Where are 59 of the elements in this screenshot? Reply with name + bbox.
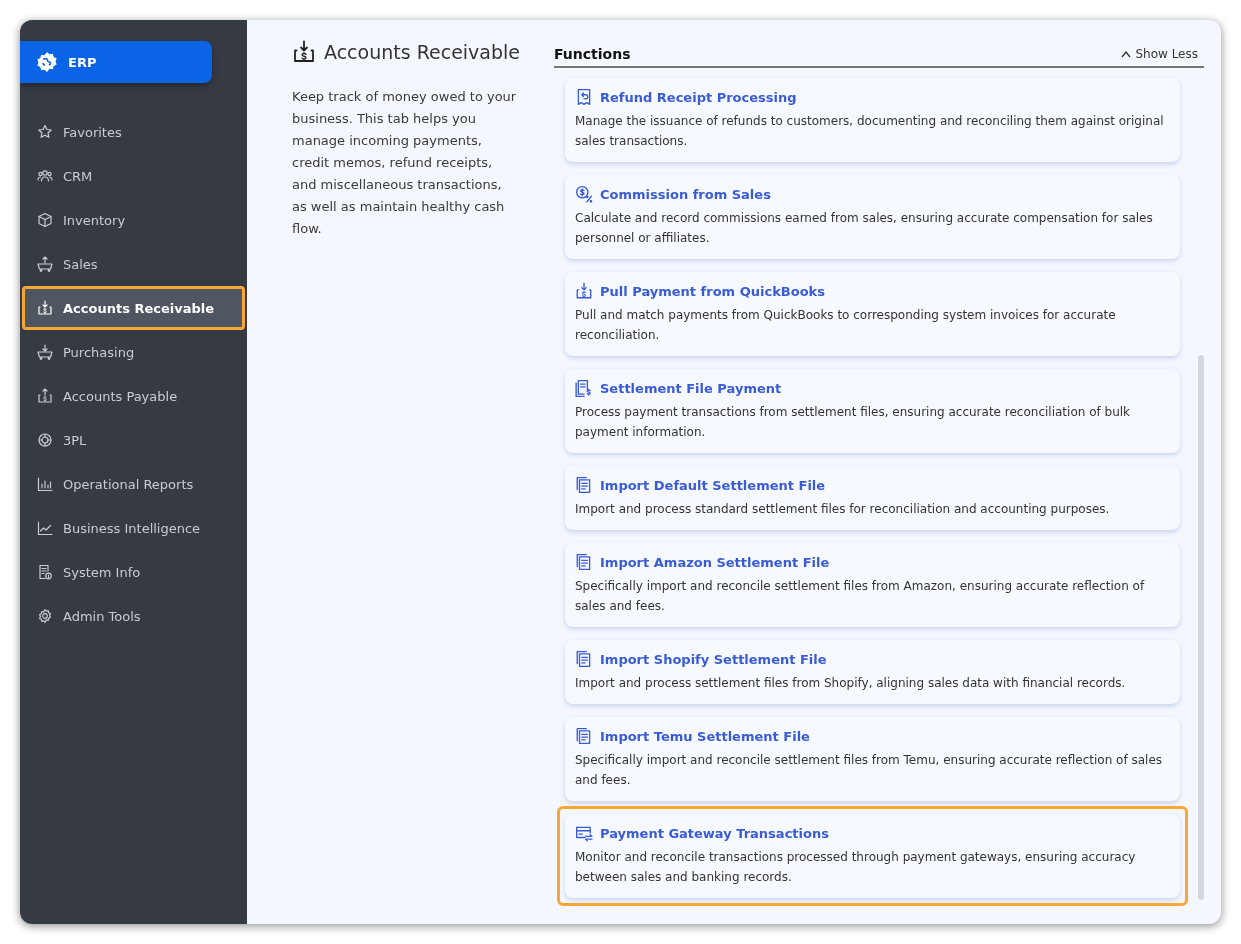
sidebar-item[interactable]: Accounts Payable	[22, 374, 245, 418]
sidebar-item[interactable]: Inventory	[22, 198, 245, 242]
card-title[interactable]: Payment Gateway Transactions	[600, 825, 829, 841]
money-tray-icon	[37, 300, 53, 316]
people-icon	[37, 168, 53, 184]
card-title[interactable]: Import Shopify Settlement File	[600, 651, 827, 667]
sidebar-item[interactable]: Favorites	[22, 110, 245, 154]
cart-upload-icon	[37, 256, 53, 272]
card-title[interactable]: Refund Receipt Processing	[600, 89, 797, 105]
card-title[interactable]: Import Default Settlement File	[600, 477, 826, 493]
show-less-button[interactable]: Show Less	[1121, 47, 1204, 61]
sidebar-item[interactable]: Operational Reports	[22, 462, 245, 506]
sidebar-item[interactable]: Business Intelligence	[22, 506, 245, 550]
cart-download-icon	[37, 344, 53, 360]
function-card[interactable]: Payment Gateway Transactions Monitor and reconcile transactions processed through payment gateways, ensuring accuracy between sales and banking records.	[557, 806, 1188, 906]
card-description: Process payment transactions from settlement files, ensuring accurate reconciliation of bulk payment information.	[575, 404, 1132, 441]
box-icon	[37, 212, 53, 228]
card-description: Specifically import and reconcile settlement files from Amazon, ensuring accurate reflection of sales and fees.	[575, 578, 1146, 615]
section-title: Accounts Receivable	[324, 41, 521, 63]
documents-icon	[575, 476, 593, 494]
documents-icon	[575, 650, 593, 668]
card-title[interactable]: Settlement File Payment	[600, 380, 782, 396]
card-title[interactable]: Pull Payment from QuickBooks	[600, 283, 825, 299]
card-description: Import and process settlement files from Shopify, aligning sales data with financial records.	[575, 675, 1127, 692]
erp-button[interactable]: ERP	[20, 41, 212, 83]
sidebar-item[interactable]: Accounts Receivable	[22, 286, 245, 330]
documents-dollar-icon	[575, 379, 593, 397]
sidebar-item[interactable]: Admin Tools	[22, 594, 245, 638]
receipt-return-icon	[575, 88, 593, 106]
card-description: Import and process standard settlement files for reconciliation and accounting purposes.	[575, 501, 1111, 518]
card-title[interactable]: Import Amazon Settlement File	[600, 554, 830, 570]
card-title[interactable]: Import Temu Settlement File	[600, 728, 810, 744]
card-exchange-icon	[575, 824, 593, 842]
line-chart-icon	[37, 520, 53, 536]
card-description: Pull and match payments from QuickBooks to corresponding system invoices for accurate reconciliation.	[575, 307, 1117, 344]
sidebar-item[interactable]: Sales	[22, 242, 245, 286]
documents-icon	[575, 553, 593, 571]
money-tray-icon	[292, 40, 316, 64]
scrollbar-thumb[interactable]	[1198, 355, 1204, 900]
chevron-up-icon	[1121, 50, 1132, 58]
document-info-icon	[37, 564, 53, 580]
card-description: Specifically import and reconcile settlement files from Temu, ensuring accurate reflection of sales and fees.	[575, 752, 1163, 789]
star-icon	[37, 124, 53, 140]
settings-icon	[37, 608, 53, 624]
documents-icon	[575, 727, 593, 745]
bar-chart-icon	[37, 476, 53, 492]
sidebar-item[interactable]: CRM	[22, 154, 245, 198]
sidebar-item[interactable]: Purchasing	[22, 330, 245, 374]
money-tray-upload-icon	[37, 388, 53, 404]
sidebar-item[interactable]: System Info	[22, 550, 245, 594]
card-title[interactable]: Commission from Sales	[600, 186, 771, 202]
money-tray-icon	[575, 282, 593, 300]
sidebar-item[interactable]: 3PL	[22, 418, 245, 462]
section-description: Keep track of money owed to your business. This tab helps you manage incoming payments, credit memos, refund receipts, and miscellaneous transactions, as well as maintain healthy cash flow.	[292, 88, 518, 238]
card-description: Manage the issuance of refunds to customers, documenting and reconciling them against original sales transactions.	[575, 113, 1165, 150]
functions-heading: Functions	[554, 46, 631, 62]
dollar-percent-icon	[575, 185, 593, 203]
card-description: Monitor and reconcile transactions processed through payment gateways, ensuring accuracy between sales and banking records.	[575, 849, 1137, 886]
card-description: Calculate and record commissions earned from sales, ensuring accurate compensation for sales personnel or affiliates.	[575, 210, 1154, 247]
